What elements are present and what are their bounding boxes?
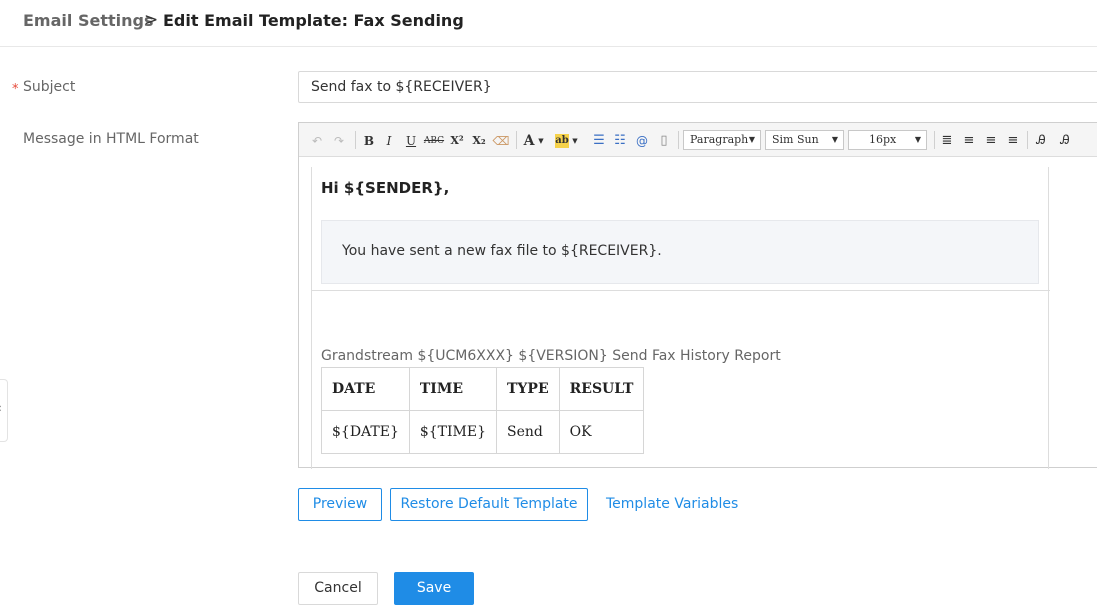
toolbar-divider <box>1027 131 1028 149</box>
page-icon[interactable]: ▯ <box>656 132 672 150</box>
bold-button[interactable]: B <box>361 132 377 150</box>
font-size-select-value: 16px <box>869 133 897 146</box>
eraser-icon[interactable]: ⌫ <box>492 132 510 150</box>
template-variables-link[interactable]: Template Variables <box>606 496 738 512</box>
subscript-button[interactable]: X₂ <box>469 132 489 150</box>
preview-button[interactable]: Preview <box>298 488 382 521</box>
toolbar-divider <box>516 131 517 149</box>
message-box: You have sent a new fax file to ${RECEIV… <box>321 220 1039 284</box>
column-header-date: DATE <box>321 367 410 411</box>
toolbar-divider <box>934 131 935 149</box>
content-divider <box>312 290 1050 291</box>
table-cell-time: ${TIME} <box>408 410 498 454</box>
email-greeting: Hi ${SENDER}, <box>321 179 450 197</box>
highlight-button[interactable]: ab <box>555 134 569 148</box>
restore-default-button[interactable]: Restore Default Template <box>390 488 588 521</box>
font-size-select[interactable]: 16px ▼ <box>848 130 927 150</box>
align-left-icon[interactable]: ≡ <box>961 132 977 150</box>
message-label: Message in HTML Format <box>23 131 199 147</box>
text-direction-rtl-icon[interactable]: Ꭿ <box>1057 132 1073 150</box>
chevron-down-icon[interactable]: ▼ <box>537 132 545 150</box>
table-cell-result: OK <box>558 410 645 454</box>
chevron-down-icon: ▼ <box>914 135 921 144</box>
breadcrumb-email-settings[interactable]: Email Settings <box>23 11 153 30</box>
align-center-icon[interactable]: ≡ <box>983 132 999 150</box>
report-title: Grandstream ${UCM6XXX} ${VERSION} Send F… <box>321 348 781 364</box>
column-header-time: TIME <box>408 367 498 411</box>
strikethrough-button[interactable]: ABC <box>423 132 445 150</box>
subject-label: Subject <box>23 79 76 95</box>
table-cell-date: ${DATE} <box>321 410 410 454</box>
editor-toolbar: ↶ ↷ B I U ABC X² X₂ ⌫ A ▼ ab ▼ ☰ ☷ @ ▯ P… <box>299 123 1097 157</box>
table-row: ${DATE} ${TIME} Send OK <box>321 410 645 454</box>
report-table: DATE TIME TYPE RESULT ${DATE} ${TIME} Se… <box>321 367 645 454</box>
underline-button[interactable]: U <box>403 132 419 150</box>
indent-icon[interactable]: ≣ <box>939 132 955 150</box>
breadcrumb-separator: > <box>144 10 159 30</box>
anchor-icon[interactable]: @ <box>634 132 650 150</box>
sidebar-collapse-handle[interactable]: ‹ <box>0 379 8 442</box>
font-family-select[interactable]: Sim Sun ▼ <box>765 130 844 150</box>
redo-icon[interactable]: ↷ <box>331 132 347 150</box>
chevron-down-icon: ▼ <box>748 135 755 144</box>
editor-content[interactable]: Hi ${SENDER}, You have sent a new fax fi… <box>311 167 1050 469</box>
chevron-left-icon: ‹ <box>0 401 2 415</box>
format-select-value: Paragraph <box>690 133 749 146</box>
toolbar-divider <box>355 131 356 149</box>
undo-icon[interactable]: ↶ <box>309 132 325 150</box>
table-header-row: DATE TIME TYPE RESULT <box>321 367 645 411</box>
cancel-button[interactable]: Cancel <box>298 572 378 605</box>
subject-input[interactable] <box>298 71 1097 103</box>
text-direction-ltr-icon[interactable]: Ꭿ <box>1033 132 1049 150</box>
superscript-button[interactable]: X² <box>447 132 467 150</box>
chevron-down-icon[interactable]: ▼ <box>571 132 579 150</box>
unordered-list-icon[interactable]: ☷ <box>612 132 628 150</box>
italic-button[interactable]: I <box>381 132 397 150</box>
message-text: You have sent a new fax file to ${RECEIV… <box>342 243 662 259</box>
chevron-down-icon: ▼ <box>831 135 838 144</box>
table-cell-type: Send <box>496 410 560 454</box>
html-editor[interactable]: ↶ ↷ B I U ABC X² X₂ ⌫ A ▼ ab ▼ ☰ ☷ @ ▯ P… <box>298 122 1097 469</box>
font-family-select-value: Sim Sun <box>772 133 819 146</box>
format-select[interactable]: Paragraph ▼ <box>683 130 761 150</box>
save-button[interactable]: Save <box>394 572 474 605</box>
page-title: Edit Email Template: Fax Sending <box>163 11 464 30</box>
align-right-icon[interactable]: ≡ <box>1005 132 1021 150</box>
required-marker: * <box>12 82 19 97</box>
column-header-result: RESULT <box>558 367 645 411</box>
column-header-type: TYPE <box>496 367 560 411</box>
ordered-list-icon[interactable]: ☰ <box>591 132 607 150</box>
font-color-button[interactable]: A <box>523 132 535 150</box>
toolbar-divider <box>678 131 679 149</box>
